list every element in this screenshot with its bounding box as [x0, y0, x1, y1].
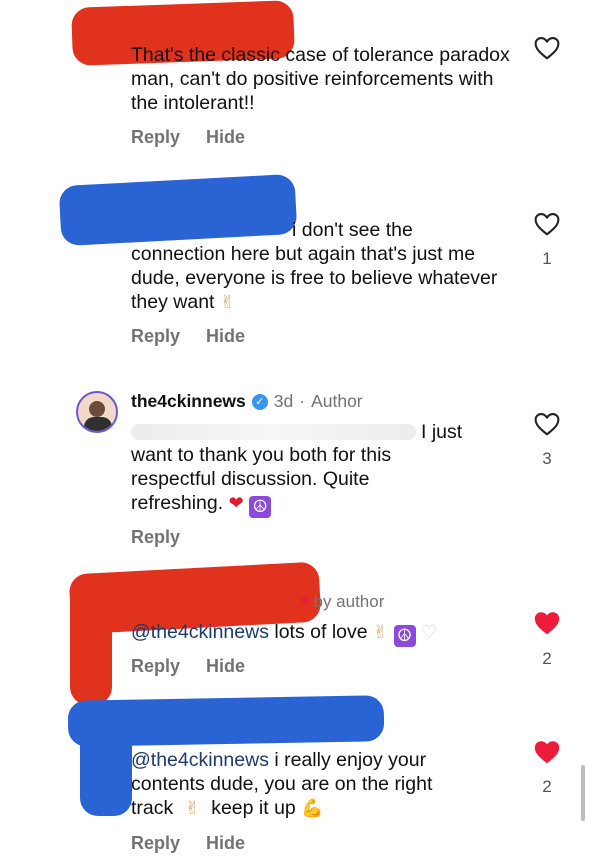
comment-text: connection here but again that's just me… [131, 242, 511, 315]
comment-text-line-3a: track [131, 797, 174, 819]
timestamp: 3d [273, 391, 294, 411]
red-heart-emoji: ❤ [228, 493, 244, 514]
heart-outline-icon[interactable] [534, 36, 560, 60]
comment-actions: Reply Hide [131, 656, 245, 677]
peace-symbol-emoji: ☮ [393, 625, 416, 647]
author-label: Author [311, 391, 363, 411]
comment-actions: Reply [131, 527, 180, 548]
comment-text: @the4ckinnews lots of love ✌ ☮ ♡ [131, 620, 511, 647]
by-author-label: by author [313, 592, 385, 611]
mention-link[interactable]: @the4ckinnews [131, 621, 269, 643]
comment-actions: Reply Hide [131, 326, 245, 347]
hide-button[interactable]: Hide [206, 833, 245, 854]
comment-text-start: i don't see the [292, 219, 413, 241]
reply-button[interactable]: Reply [131, 833, 180, 854]
avatar-figure [89, 401, 105, 417]
redaction-scribble [80, 716, 132, 816]
avatar-body [84, 417, 112, 431]
reply-button[interactable]: Reply [131, 326, 180, 347]
victory-hand-emoji: ✌ [184, 798, 200, 819]
comment-actions: Reply Hide [131, 833, 245, 854]
like-count: 2 [542, 649, 552, 668]
reply-button[interactable]: Reply [131, 527, 180, 548]
heart-outline-icon[interactable] [534, 212, 560, 236]
peace-symbol-emoji: ☮ [249, 496, 272, 518]
heart-filled-icon[interactable] [534, 611, 560, 635]
faded-mention [131, 424, 416, 440]
comment-text: @the4ckinnews i really enjoy your [131, 748, 511, 772]
comment-text: want to thank you both for this respectf… [131, 443, 431, 518]
comment-text: That's the classic case of tolerance par… [131, 44, 510, 114]
like-count: 3 [542, 449, 552, 468]
heart-outline-icon[interactable] [534, 412, 560, 436]
mention-link[interactable]: @the4ckinnews [131, 749, 269, 771]
hide-button[interactable]: Hide [206, 326, 245, 347]
victory-hand-emoji: ✌ [219, 292, 235, 313]
scrollbar[interactable] [581, 765, 585, 821]
avatar[interactable] [76, 391, 118, 433]
flexed-biceps-emoji: 💪 [301, 798, 324, 819]
hide-button[interactable]: Hide [206, 656, 245, 677]
like-count: 1 [542, 249, 552, 268]
comment-text-line-2: contents dude, you are on the right [131, 773, 433, 795]
white-heart-emoji: ♡ [420, 622, 438, 643]
separator: · [299, 391, 306, 411]
comment-text-body: connection here but again that's just me… [131, 243, 498, 313]
reply-button[interactable]: Reply [131, 656, 180, 677]
comment-actions: Reply Hide [131, 127, 245, 148]
username[interactable]: the4ckinnews [131, 391, 246, 412]
like-count: 2 [542, 777, 552, 796]
reply-button[interactable]: Reply [131, 127, 180, 148]
comment-text: contents dude, you are on the right [131, 772, 511, 796]
heart-filled-icon[interactable] [534, 740, 560, 764]
comment-text: track ✌ keep it up 💪 [131, 796, 511, 821]
victory-hand-emoji: ✌ [373, 622, 389, 643]
comment-header: the4ckinnews ✓ 3d · Author [131, 391, 363, 412]
liked-by-author: ♥ by author [300, 592, 384, 612]
small-heart-icon: ♥ [300, 593, 310, 610]
verified-badge-icon: ✓ [251, 393, 268, 410]
comment-text-body: lots of love [274, 621, 368, 643]
hide-button[interactable]: Hide [206, 127, 245, 148]
comment-text-line-3b: keep it up [211, 797, 296, 819]
comment-text: i don't see the [292, 218, 512, 242]
redaction-scribble [70, 585, 112, 705]
redaction-scribble [58, 173, 298, 247]
comment-text-start: I just [421, 421, 463, 443]
comment-text-line-1: i really enjoy your [274, 749, 427, 771]
